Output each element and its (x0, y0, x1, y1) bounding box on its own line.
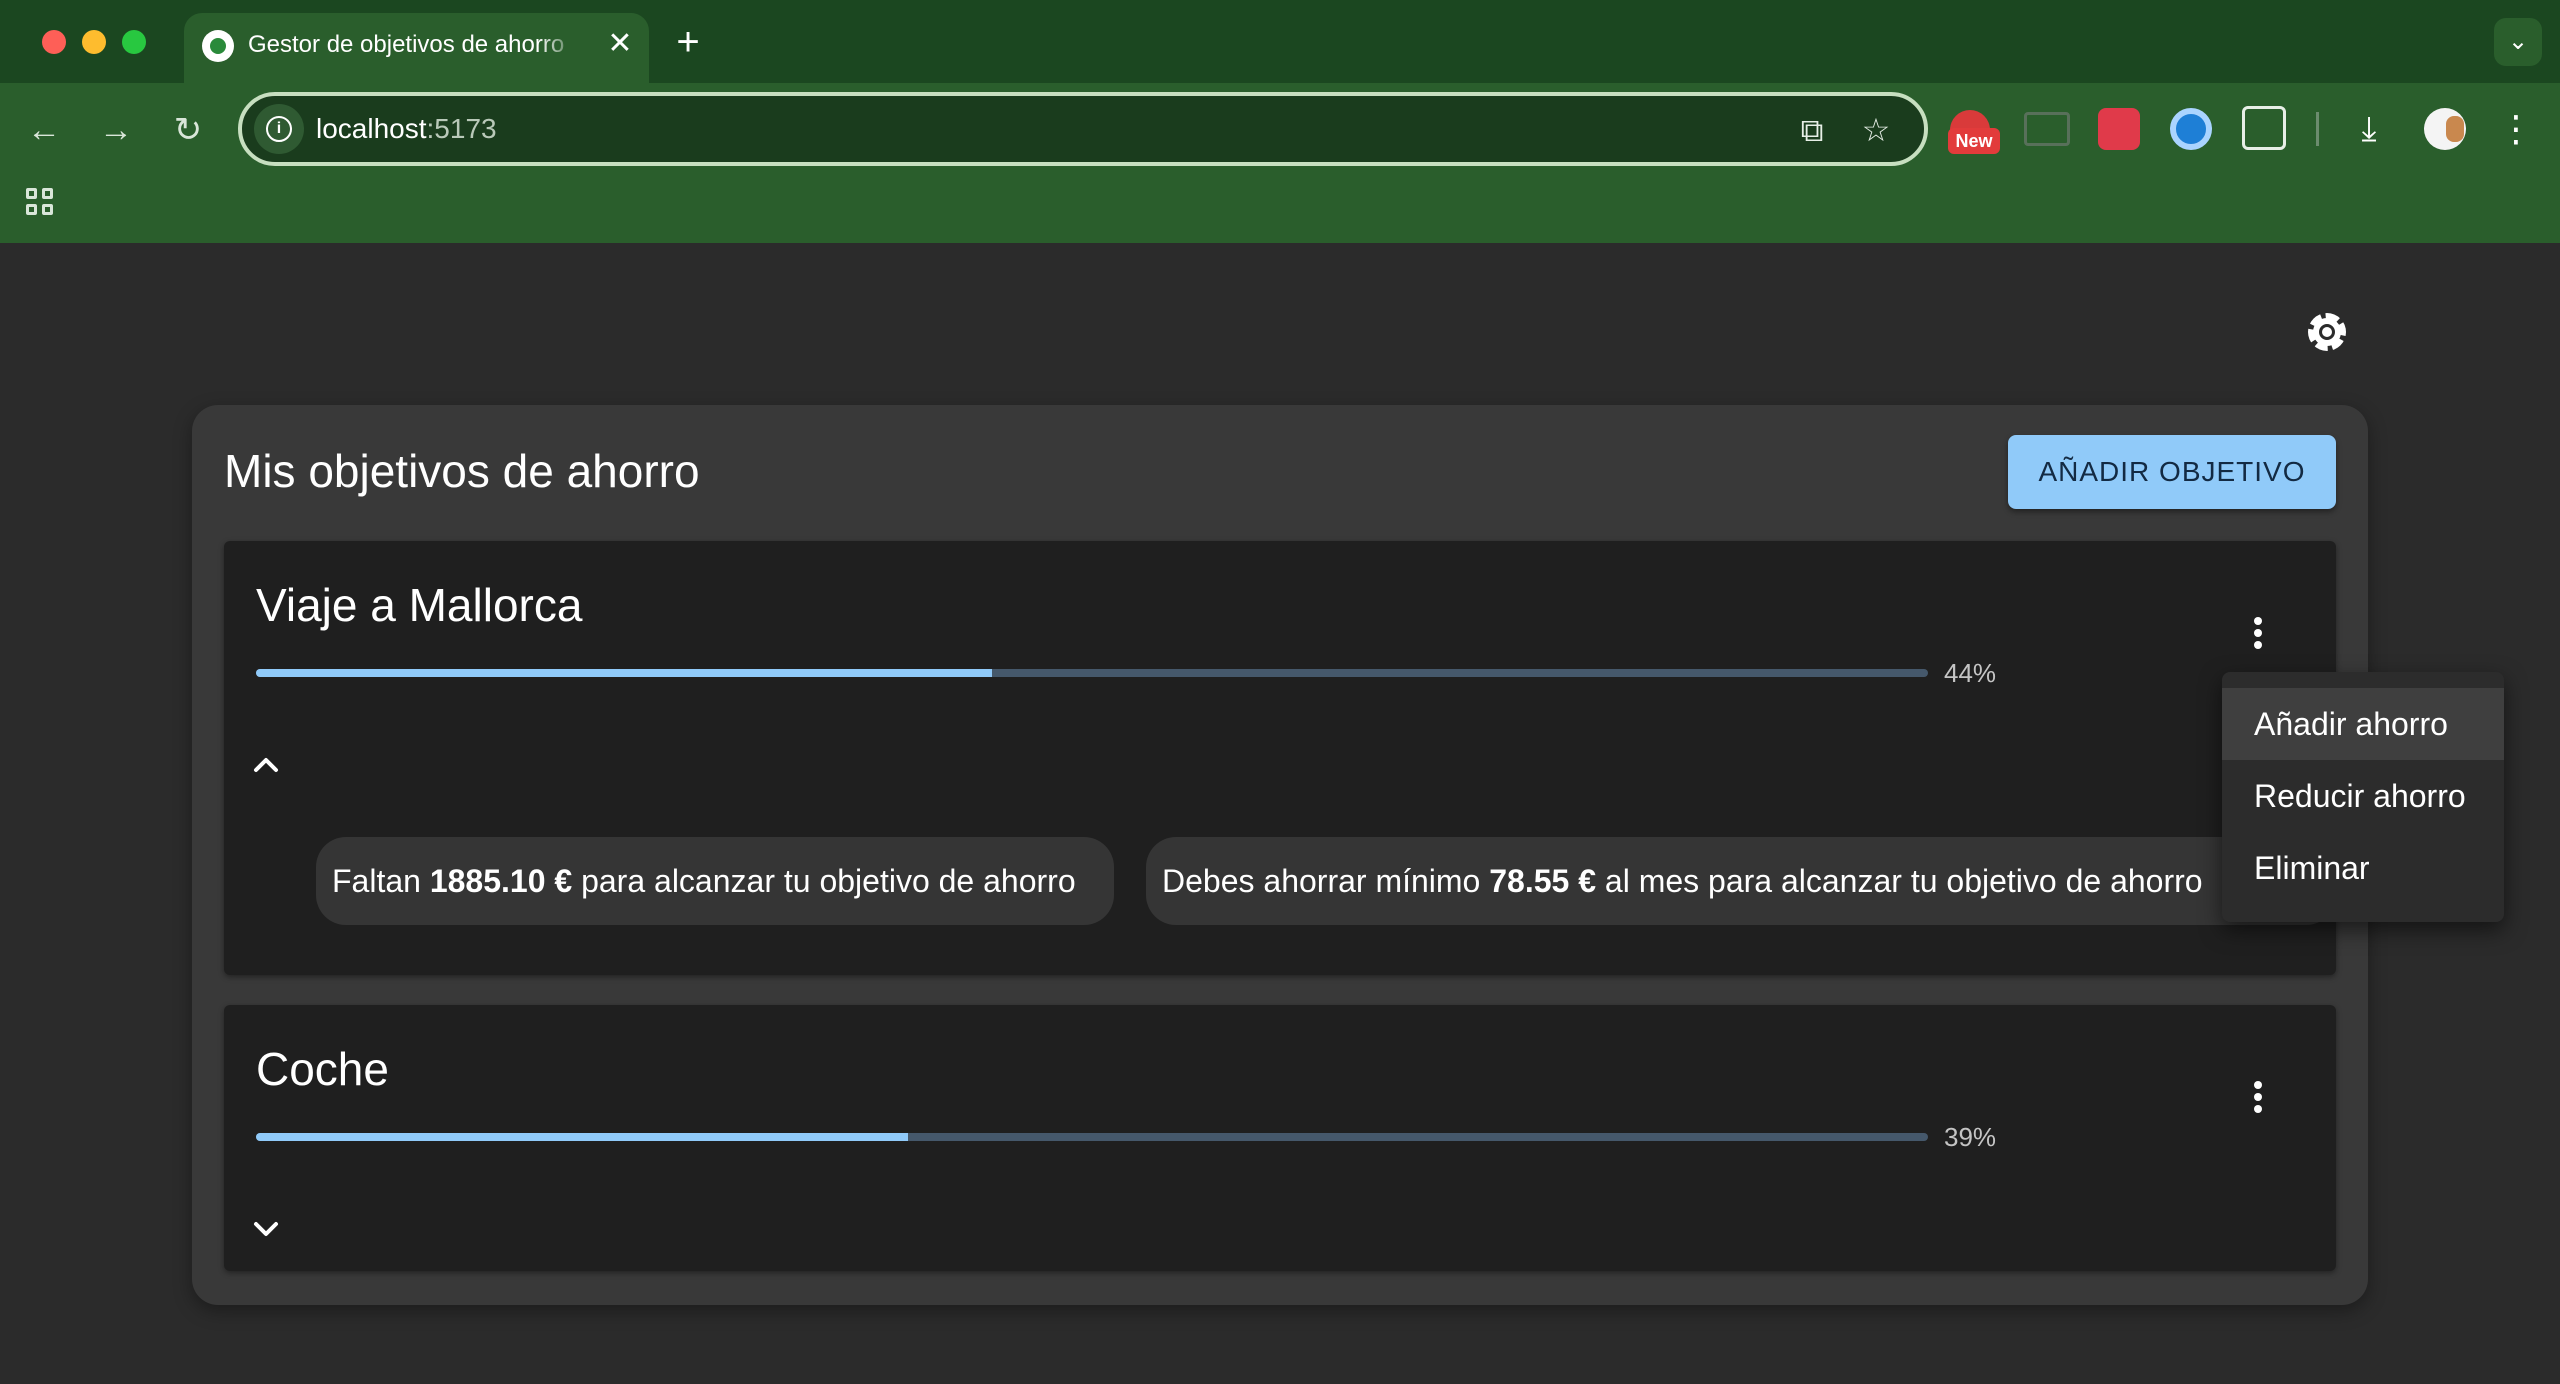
menu-item-reduce-saving[interactable]: Reducir ahorro (2222, 760, 2504, 832)
monthly-amount: 78.55 € (1489, 863, 1596, 899)
extension-red-icon[interactable] (2098, 108, 2140, 150)
page-title: Mis objetivos de ahorro (224, 445, 700, 497)
maximize-window-button[interactable] (122, 30, 146, 54)
translate-icon[interactable]: ⧉ (1792, 110, 1832, 150)
add-goal-button[interactable]: AÑADIR OBJETIVO (2008, 435, 2336, 509)
screen-capture-icon[interactable] (2024, 112, 2070, 146)
close-window-button[interactable] (42, 30, 66, 54)
menu-item-add-saving[interactable]: Añadir ahorro (2222, 688, 2504, 760)
chip-text: para alcanzar tu objetivo de ahorro (572, 863, 1076, 899)
goals-panel: Mis objetivos de ahorro AÑADIR OBJETIVO … (192, 405, 2368, 1305)
goal-progress-label: 39% (1944, 1122, 1997, 1152)
goal-title: Viaje a Mallorca (256, 579, 583, 631)
goal-progress-fill (256, 1133, 909, 1141)
menu-item-delete[interactable]: Eliminar (2222, 832, 2504, 904)
chip-text: Debes ahorrar mínimo (1162, 863, 1490, 899)
goal-progress-bar (256, 669, 1928, 677)
url-port: :5173 (426, 113, 497, 144)
download-icon[interactable]: ⤓ (2346, 106, 2392, 152)
extension-blue-icon[interactable] (2170, 108, 2212, 150)
star-icon[interactable]: ☆ (1856, 110, 1896, 150)
browser-menu-icon[interactable]: ⋮ (2498, 106, 2534, 152)
url-host: localhost (316, 113, 427, 144)
theme-toggle-sun-icon[interactable] (2304, 309, 2350, 355)
browser-tab[interactable]: Gestor de objetivos de ahorro ✕ (184, 13, 649, 83)
chevron-up-icon[interactable] (246, 745, 286, 785)
chip-text: Faltan (332, 863, 430, 899)
goal-progress-fill (256, 669, 992, 677)
site-info-icon[interactable]: i (254, 104, 304, 154)
toolbar-divider (2316, 112, 2319, 146)
goal-options-icon[interactable] (2238, 1077, 2278, 1117)
sun-core (2313, 318, 2341, 346)
apps-grid-icon[interactable] (26, 188, 56, 218)
chip-text: al mes para alcanzar tu objetivo de ahor… (1596, 863, 2203, 899)
tab-title: Gestor de objetivos de ahorro (248, 31, 565, 58)
minimize-window-button[interactable] (82, 30, 106, 54)
forward-arrow-icon[interactable]: → (94, 108, 138, 152)
chevron-down-icon[interactable] (246, 1209, 286, 1249)
url-text[interactable]: localhost:5173 (316, 112, 497, 146)
tab-close-icon[interactable]: ✕ (602, 26, 638, 62)
new-tab-button[interactable]: + (668, 22, 708, 62)
favicon-icon (202, 30, 234, 62)
goal-card: Coche 39% (224, 1005, 2336, 1271)
new-badge: New (1948, 128, 2000, 154)
goal-title: Coche (256, 1043, 389, 1095)
goal-progress-label: 44% (1944, 658, 1997, 688)
goal-progress-bar (256, 1133, 1928, 1141)
back-arrow-icon[interactable]: ← (22, 108, 66, 152)
remaining-amount: 1885.10 € (429, 863, 573, 899)
page-viewport: Mis objetivos de ahorro AÑADIR OBJETIVO … (0, 243, 2560, 1384)
reload-icon[interactable]: ↻ (166, 108, 210, 152)
tab-strip: Gestor de objetivos de ahorro ✕ + ⌄ (0, 0, 2560, 83)
goal-options-icon[interactable] (2238, 613, 2278, 653)
profile-avatar[interactable] (2424, 108, 2466, 150)
goal-options-menu: Añadir ahorro Reducir ahorro Eliminar (2222, 672, 2504, 922)
address-bar[interactable]: i localhost:5173 ⧉ ☆ (238, 92, 1928, 166)
tab-search-button[interactable]: ⌄ (2494, 18, 2542, 66)
goal-card: Viaje a Mallorca 44% Faltan 1885.10 € pa… (224, 541, 2336, 975)
extensions-puzzle-icon[interactable] (2242, 106, 2286, 150)
remaining-amount-chip: Faltan 1885.10 € para alcanzar tu objeti… (316, 837, 1114, 925)
browser-chrome: Gestor de objetivos de ahorro ✕ + ⌄ ← → … (0, 0, 2560, 243)
monthly-saving-chip: Debes ahorrar mínimo 78.55 € al mes para… (1146, 837, 2336, 925)
